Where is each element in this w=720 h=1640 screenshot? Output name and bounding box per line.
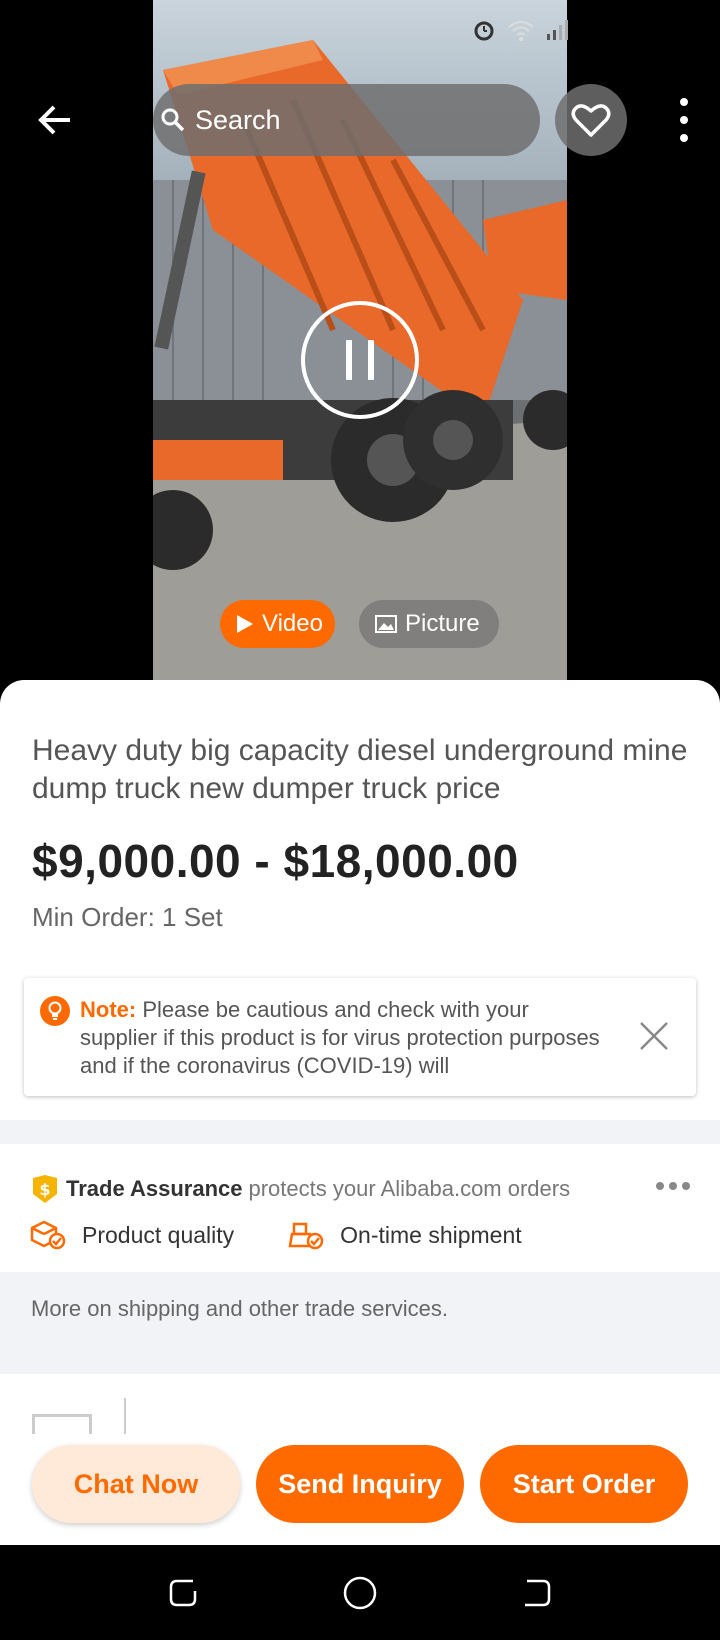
trade-more-button[interactable] [656,1182,690,1190]
search-placeholder: Search [195,104,281,135]
start-order-button[interactable]: Start Order [480,1445,688,1523]
shipment-check-icon [288,1222,324,1250]
more-dot [680,134,688,142]
note-text: Note: Please be cautious and check with … [80,996,600,1080]
box-check-icon [30,1220,66,1250]
top-bar: Search [0,84,720,156]
home-icon [343,1576,377,1610]
pause-bar [368,340,374,380]
action-bar: Chat Now Send Inquiry Start Order [0,1434,720,1545]
tab-picture-label: Picture [405,610,480,637]
pause-button[interactable] [301,301,419,419]
search-icon [161,108,185,132]
note-body: Please be cautious and check with your s… [80,997,600,1078]
trade-assurance-section[interactable]: $ Trade Assurance protects your Alibaba.… [0,1144,720,1272]
more-dot [680,116,688,124]
lightbulb-icon [40,996,70,1026]
tab-video-label: Video [262,610,323,637]
more-dot [682,1182,690,1190]
close-icon [640,1022,668,1050]
pause-bar [346,340,352,380]
play-icon [236,614,254,634]
favorite-button[interactable] [555,84,627,156]
product-title: Heavy duty big capacity diesel undergrou… [32,734,688,805]
status-bar [472,18,568,47]
note-label: Note: [80,997,137,1022]
tab-picture[interactable]: Picture [359,600,499,648]
more-dot [680,98,688,106]
document-icon [32,1414,92,1434]
home-button[interactable] [340,1573,380,1613]
feature-on-time-shipment: On-time shipment [288,1220,522,1250]
trade-assurance-tagline: protects your Alibaba.com orders [248,1176,571,1201]
feature-label: Product quality [82,1221,235,1248]
search-bar[interactable]: Search [153,84,540,156]
heart-icon [571,104,611,137]
back-button[interactable] [36,100,76,140]
media-tabs: Video Picture [220,600,499,648]
trade-assurance-name: Trade Assurance [66,1176,243,1201]
back-nav-button[interactable] [517,1573,557,1613]
alarm-icon [472,18,496,47]
next-section-peek [0,1374,720,1434]
more-dot [656,1182,664,1190]
arrow-left-icon [38,105,70,135]
divider [124,1398,126,1434]
price-range: $9,000.00 - $18,000.00 [32,835,519,887]
back-nav-icon [525,1579,551,1607]
wifi-icon [508,19,534,46]
signal-icon [546,19,568,46]
trade-features: Product quality On-time shipment [30,1220,576,1250]
product-media: Search Video Picture [0,0,720,700]
feature-product-quality: Product quality [30,1220,234,1250]
feature-label: On-time shipment [340,1221,522,1248]
section-divider [0,1350,720,1374]
tab-video[interactable]: Video [220,600,335,648]
product-detail-sheet: Heavy duty big capacity diesel undergrou… [0,680,720,1545]
trade-assurance-shield-icon: $ [33,1175,57,1203]
chat-now-button[interactable]: Chat Now [32,1445,240,1523]
image-icon [375,615,397,633]
svg-text:$: $ [39,1180,50,1199]
min-order: Min Order: 1 Set [32,902,223,932]
shipping-services-link[interactable]: More on shipping and other trade service… [0,1272,720,1350]
recents-button[interactable] [163,1573,203,1613]
recents-icon [169,1579,197,1607]
more-dot [669,1182,677,1190]
more-options-button[interactable] [668,98,700,142]
note-close-button[interactable] [638,1020,670,1052]
covid-note-banner: Note: Please be cautious and check with … [24,978,696,1096]
system-nav-bar [0,1545,720,1640]
section-divider [0,1120,720,1144]
trade-assurance-header: $ Trade Assurance protects your Alibaba.… [30,1174,570,1204]
shipping-services-text: More on shipping and other trade service… [31,1296,449,1321]
send-inquiry-button[interactable]: Send Inquiry [256,1445,464,1523]
